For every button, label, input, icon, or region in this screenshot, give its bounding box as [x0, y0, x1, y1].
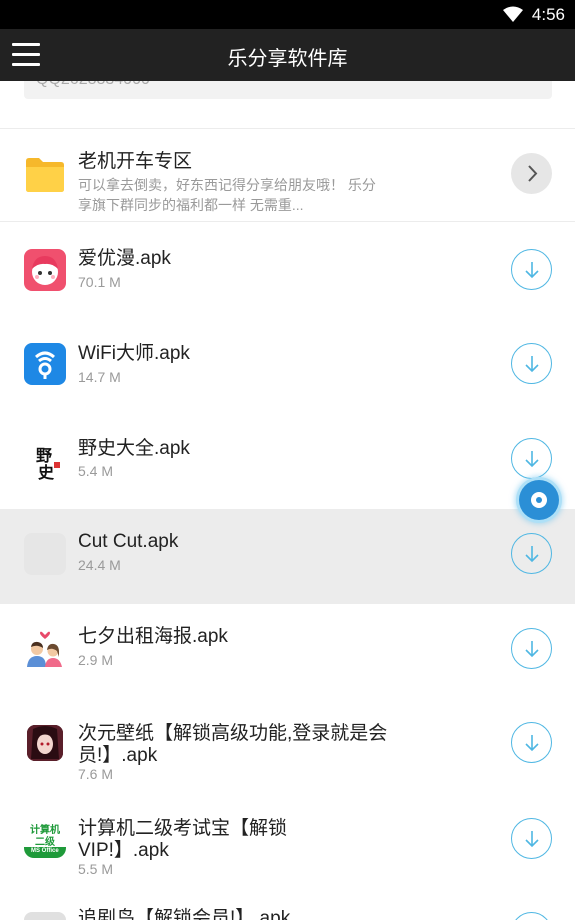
yeshi-icon: 野 史 [24, 439, 66, 481]
list-item[interactable]: 计算机 二级 MS Office 计算机二级考试宝【解锁VIP!】.apk 5.… [0, 794, 575, 894]
download-icon[interactable] [511, 343, 552, 384]
download-icon[interactable] [511, 438, 552, 479]
list-item[interactable]: Cut Cut.apk 24.4 M [0, 509, 575, 604]
app-size: 24.4 M [78, 557, 121, 573]
search-text: QQ2628834000 [36, 81, 150, 89]
list-item[interactable]: 野 史 野史大全.apk 5.4 M [0, 412, 575, 509]
folder-icon [24, 153, 66, 195]
partial-icon [24, 912, 66, 920]
computer-exam-icon: 计算机 二级 MS Office [24, 820, 66, 862]
folder-description: 可以拿去倒卖，好东西记得分享给朋友哦！ 乐分享旗下群同步的福利都一样 无需重..… [78, 177, 376, 213]
anime-wallpaper-icon [27, 725, 63, 761]
app-name: 野史大全.apk [78, 438, 190, 459]
list-item[interactable]: 次元壁纸【解锁高级功能,登录就是会员!】.apk 7.6 M [0, 699, 575, 794]
aiyouman-icon [24, 249, 66, 291]
blank-icon [24, 533, 66, 575]
search-input[interactable]: QQ2628834000 [24, 81, 552, 99]
status-time: 4:56 [531, 5, 565, 24]
download-icon[interactable] [511, 249, 552, 290]
download-icon[interactable] [511, 818, 552, 859]
app-size: 5.5 M [78, 861, 114, 877]
app-size: 5.4 M [78, 463, 114, 479]
floating-action-button[interactable] [519, 480, 559, 520]
chevron-right-icon[interactable] [511, 153, 552, 194]
list-item[interactable]: WiFi大师.apk 14.7 M [0, 317, 575, 412]
wifi-icon [503, 6, 523, 22]
wifi-master-icon [24, 343, 66, 385]
folder-title: 老机开车专区 [78, 151, 193, 172]
app-name: WiFi大师.apk [78, 343, 190, 364]
app-size: 70.1 M [78, 274, 121, 290]
list-item[interactable]: 爱优漫.apk 70.1 M [0, 222, 575, 317]
list-item[interactable]: 追剧鸟【解锁会员!】.apk [0, 894, 575, 920]
app-name: 追剧鸟【解锁会员!】.apk [78, 908, 291, 920]
app-bar: 乐分享软件库 [0, 29, 575, 81]
app-name: 计算机二级考试宝【解锁VIP!】.apk [78, 818, 288, 861]
folder-item[interactable]: 老机开车专区 可以拿去倒卖，好东西记得分享给朋友哦！ 乐分享旗下群同步的福利都一… [0, 129, 575, 221]
app-size: 14.7 M [78, 369, 121, 385]
app-name: 七夕出租海报.apk [78, 626, 228, 647]
couple-icon [24, 629, 66, 671]
list-item[interactable]: 七夕出租海报.apk 2.9 M [0, 604, 575, 699]
app-size: 2.9 M [78, 652, 114, 668]
download-icon[interactable] [511, 722, 552, 763]
download-icon[interactable] [511, 533, 552, 574]
app-name: 爱优漫.apk [78, 248, 171, 269]
download-icon[interactable] [511, 628, 552, 669]
page-title: 乐分享软件库 [227, 46, 348, 70]
app-name: 次元壁纸【解锁高级功能,登录就是会员!】.apk [78, 723, 388, 766]
download-icon[interactable] [511, 912, 552, 920]
app-size: 7.6 M [78, 766, 114, 782]
app-name: Cut Cut.apk [78, 531, 179, 552]
status-bar: 4:56 [0, 0, 575, 29]
